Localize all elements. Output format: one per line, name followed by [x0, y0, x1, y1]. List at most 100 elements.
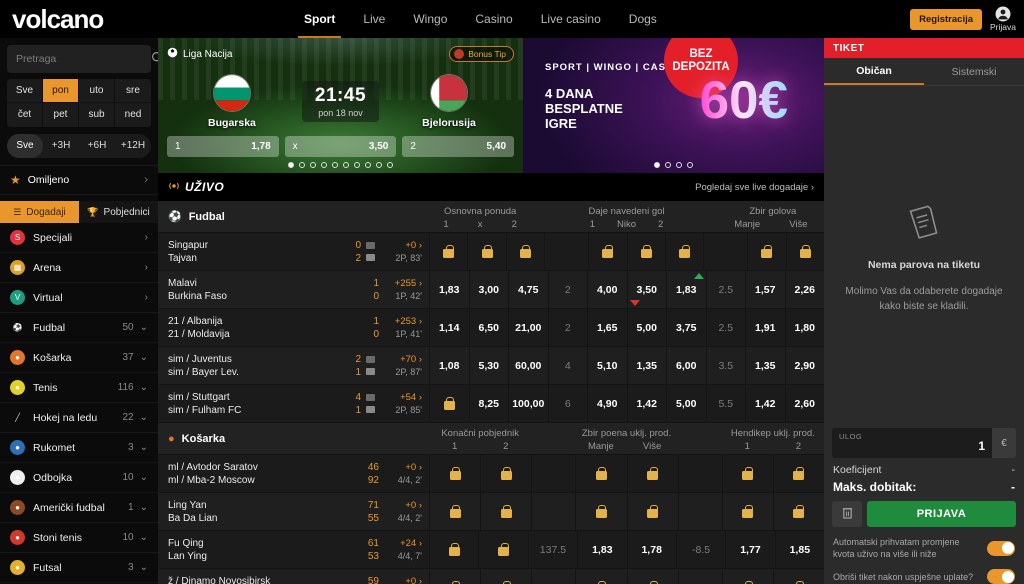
carousel-dot[interactable]: [343, 162, 349, 168]
carousel-dot[interactable]: [354, 162, 360, 168]
sidebar-item-arena[interactable]: ▦ Arena ›: [0, 253, 158, 283]
day-filter-Sve[interactable]: Sve: [7, 79, 43, 103]
nav-tab-dogs[interactable]: Dogs: [615, 0, 671, 38]
sidebar-item-virtual[interactable]: V Virtual ›: [0, 283, 158, 313]
odd-cell[interactable]: 5,00: [666, 385, 706, 422]
odd-cell[interactable]: 2,60: [784, 385, 825, 422]
odd-cell[interactable]: 2,90: [784, 347, 825, 384]
sidebar-item-stoni-tenis[interactable]: ● Stoni tenis 10 ⌄: [0, 523, 158, 553]
odd-cell[interactable]: 6,50: [468, 309, 509, 346]
promo-dot[interactable]: [687, 162, 693, 168]
hero-odd-2[interactable]: 2 5,40: [402, 136, 515, 157]
sidebar-item-odbojka[interactable]: ● Odbojka 10 ⌄: [0, 463, 158, 493]
sidebar-item-rukomet[interactable]: ● Rukomet 3 ⌄: [0, 433, 158, 463]
nav-tab-live[interactable]: Live: [349, 0, 399, 38]
stake-value[interactable]: 1: [832, 439, 992, 458]
sidebar-item-hokej-na-ledu[interactable]: ╱ Hokej na ledu 22 ⌄: [0, 403, 158, 433]
odd-cell[interactable]: 3,75: [666, 309, 706, 346]
match-meta[interactable]: +70 › 2P, 87': [379, 353, 429, 379]
sidebar-tab-dogadaji[interactable]: ☰ Dogadaji: [0, 201, 79, 223]
carousel-dot[interactable]: [332, 162, 338, 168]
odd-cell[interactable]: 1,35: [626, 347, 667, 384]
odd-cell[interactable]: 1,08: [429, 347, 469, 384]
hour-filter-plus6H[interactable]: +6H: [79, 134, 115, 158]
sidebar-tab-pobjednici[interactable]: 🏆 Pobjednici: [79, 201, 158, 223]
featured-match-card[interactable]: Liga Nacija Bonus Tip Bugarska 21:45 pon…: [158, 38, 523, 173]
odd-cell[interactable]: 1,77: [725, 531, 774, 568]
hour-filter-plus12H[interactable]: +12H: [115, 134, 151, 158]
match-meta[interactable]: +253 › 1P, 41': [379, 315, 429, 341]
day-filter-sub[interactable]: sub: [79, 103, 115, 127]
odd-cell[interactable]: 1,83: [666, 271, 706, 308]
odd-cell[interactable]: 6,00: [666, 347, 706, 384]
bet-slip-tab-sistemski[interactable]: Sistemski: [924, 58, 1024, 85]
match-meta[interactable]: +24 › 4/4, 7': [379, 537, 429, 563]
odd-cell[interactable]: 3,00: [468, 271, 509, 308]
day-filter-sre[interactable]: sre: [115, 79, 151, 103]
day-filter-ned[interactable]: ned: [115, 103, 151, 127]
odd-cell[interactable]: 1,78: [626, 531, 676, 568]
odd-cell[interactable]: 1,85: [774, 531, 824, 568]
odd-cell[interactable]: 5,30: [468, 347, 509, 384]
hour-filter-Sve[interactable]: Sve: [7, 134, 43, 158]
stake-field[interactable]: ULOG 1 €: [832, 428, 1016, 458]
hour-filter-plus3H[interactable]: +3H: [43, 134, 79, 158]
sidebar-item-ameri-ki-fudbal[interactable]: ● Američki fudbal 1 ⌄: [0, 493, 158, 523]
odd-cell[interactable]: 5,10: [587, 347, 627, 384]
day-filter-pon[interactable]: pon: [43, 79, 79, 103]
sidebar-item-tenis[interactable]: ● Tenis 116 ⌄: [0, 373, 158, 403]
odd-cell[interactable]: 4,00: [587, 271, 627, 308]
submit-bet-button[interactable]: PRIJAVA: [867, 501, 1016, 527]
odd-cell[interactable]: 1,83: [577, 531, 626, 568]
hero-odd-1[interactable]: 1 1,78: [167, 136, 279, 157]
promo-dot[interactable]: [676, 162, 682, 168]
favourites-item[interactable]: ★ Omiljeno ›: [0, 165, 158, 195]
match-info[interactable]: Malavi Burkina Faso 1 0 +255 › 1P, 42': [158, 271, 429, 308]
brand-logo[interactable]: volcano: [0, 4, 290, 35]
bet-slip-tab-običan[interactable]: Običan: [824, 58, 924, 85]
match-info[interactable]: sim / Stuttgart sim / Fulham FC 4 1 +54 › 2P,…: [158, 385, 429, 422]
sidebar-item-ko-arka[interactable]: ● Košarka 37 ⌄: [0, 343, 158, 373]
bonus-tip-button[interactable]: Bonus Tip: [449, 46, 514, 62]
sidebar-item-futsal[interactable]: ● Futsal 3 ⌄: [0, 553, 158, 583]
odd-cell[interactable]: 1,35: [745, 347, 785, 384]
register-button[interactable]: Registracija: [910, 8, 983, 30]
carousel-dot[interactable]: [299, 162, 305, 168]
match-info[interactable]: 21 / Albanija 21 / Moldavija 1 0 +253 › 1P, 4…: [158, 309, 429, 346]
match-meta[interactable]: +0 › 4/4, 2': [379, 461, 429, 487]
match-info[interactable]: ž / Dinamo Novosibirskž / Neftyanik-Avan…: [158, 569, 429, 584]
odd-cell[interactable]: 1,65: [587, 309, 627, 346]
search-input[interactable]: [16, 53, 151, 65]
odd-cell[interactable]: 8,25: [468, 385, 509, 422]
sidebar-item-specijali[interactable]: S Specijali ›: [0, 223, 158, 253]
match-meta[interactable]: +54 › 2P, 85': [379, 391, 429, 417]
odd-cell[interactable]: 60,00: [508, 347, 548, 384]
odd-cell[interactable]: 2,26: [784, 271, 825, 308]
match-info[interactable]: Singapur Tajvan 0 2 +0 › 2P, 83': [158, 233, 429, 270]
match-meta[interactable]: +0 ›4/4, 1': [379, 575, 429, 584]
day-filter-uto[interactable]: uto: [79, 79, 115, 103]
odd-cell[interactable]: 1,57: [745, 271, 785, 308]
nav-tab-wingo[interactable]: Wingo: [399, 0, 461, 38]
odd-cell[interactable]: 3,50: [626, 271, 667, 308]
match-info[interactable]: ml / Avtodor Saratov ml / Mba-2 Moscow 46 9…: [158, 455, 429, 492]
clear-after-toggle[interactable]: [987, 569, 1015, 584]
odd-cell[interactable]: 21,00: [508, 309, 548, 346]
sidebar-item-fudbal[interactable]: ⚽ Fudbal 50 ⌄: [0, 313, 158, 343]
clear-slip-button[interactable]: [832, 501, 862, 527]
odd-cell[interactable]: 1,80: [784, 309, 825, 346]
odd-cell[interactable]: 4,90: [587, 385, 627, 422]
match-meta[interactable]: +0 › 4/4, 2': [379, 499, 429, 525]
carousel-dot[interactable]: [310, 162, 316, 168]
odd-cell[interactable]: 1,42: [745, 385, 785, 422]
hero-odd-x[interactable]: x 3,50: [284, 136, 397, 157]
odd-cell[interactable]: 5,00: [626, 309, 667, 346]
login-button[interactable]: Prijava: [990, 6, 1016, 32]
odd-cell[interactable]: 1,42: [626, 385, 667, 422]
auto-accept-toggle[interactable]: [987, 540, 1015, 556]
carousel-dot[interactable]: [365, 162, 371, 168]
nav-tab-sport[interactable]: Sport: [290, 0, 349, 38]
day-filter-pet[interactable]: pet: [43, 103, 79, 127]
odd-cell[interactable]: 1,14: [429, 309, 469, 346]
match-info[interactable]: Fu Qing Lan Ying 61 53 +24 › 4/4, 7': [158, 531, 429, 568]
